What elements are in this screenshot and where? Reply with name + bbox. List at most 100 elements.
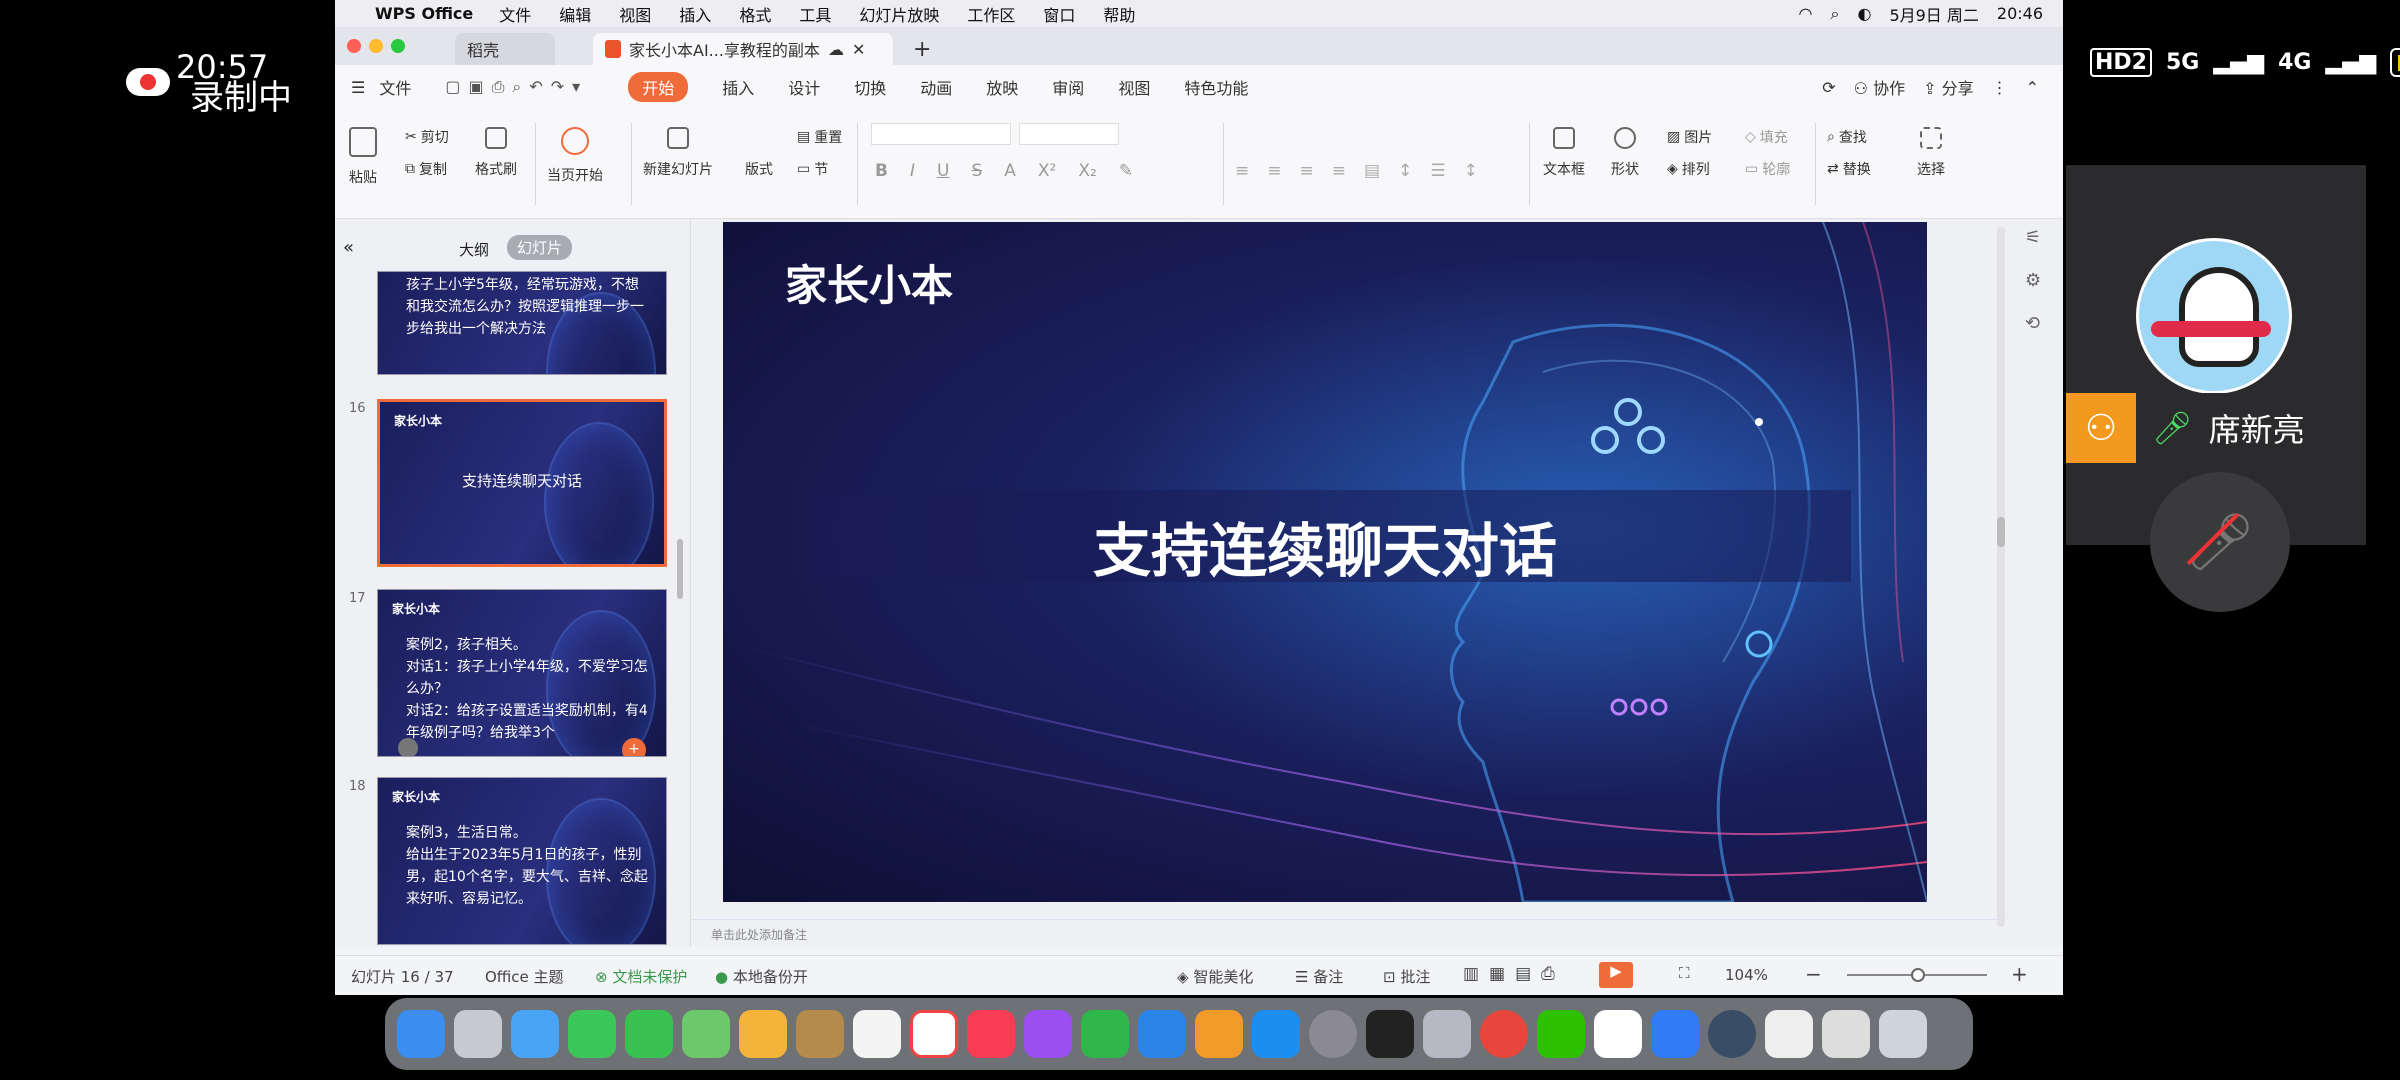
podcasts-icon[interactable] [1024,1010,1072,1058]
tab-animation[interactable]: 动画 [920,75,952,99]
properties-icon[interactable]: ⚟ [2025,227,2041,248]
menubar-item[interactable]: 插入 [679,2,711,26]
outline-button[interactable]: ▭ 轮廓 [1745,159,1790,179]
reset-button[interactable]: ▤ 重置 [797,127,842,147]
numbers-icon[interactable] [1081,1010,1129,1058]
select-button[interactable]: 选择 [1917,127,1945,179]
wifi-icon[interactable]: ◠ [1799,4,1813,23]
wps-doc-icon[interactable] [1594,1010,1642,1058]
collab-button[interactable]: ⚇ 协作 [1854,75,1905,99]
launchpad-icon[interactable] [454,1010,502,1058]
wps-icon[interactable] [910,1010,958,1058]
preview-icon[interactable] [1822,1010,1870,1058]
trash-icon[interactable] [1879,1010,1927,1058]
search-icon[interactable]: ⌕ [1831,4,1840,24]
section-button[interactable]: ▭ 节 [797,159,828,179]
reminders-icon[interactable] [853,1010,901,1058]
comment-button[interactable]: ⊡ 批注 [1383,966,1430,987]
font-format-tools[interactable]: B I U S A X² X₂ ✎ [875,161,1133,181]
rocket-icon[interactable] [1423,1010,1471,1058]
menubar-item[interactable]: 幻灯片放映 [859,2,939,26]
collapse-ribbon-icon[interactable]: ⌃ [2026,78,2039,97]
tab-transition[interactable]: 切换 [854,75,886,99]
chrome-icon[interactable] [1480,1010,1528,1058]
photos-icon[interactable] [739,1010,787,1058]
wechat-icon[interactable] [1537,1010,1585,1058]
font-family-select[interactable] [871,123,1011,145]
menubar-item[interactable]: 窗口 [1043,2,1075,26]
facetime-icon[interactable] [568,1010,616,1058]
menubar-item[interactable]: 工具 [799,2,831,26]
tab-home[interactable]: 开始 [628,72,689,102]
menubar-item[interactable]: 工作区 [967,2,1015,26]
tab-insert[interactable]: 插入 [722,75,754,99]
tab-document[interactable]: 家长小本AI...享教程的副本 ☁ ✕ [593,33,893,65]
tencent-meeting-icon[interactable] [1651,1010,1699,1058]
share-button[interactable]: ⇪ 分享 [1923,75,1974,99]
play-thumbnail-icon[interactable] [398,738,418,756]
current-slide[interactable]: 家长小本 支持连续聊天对话 [723,222,1927,902]
layout-button[interactable]: 版式 [745,159,773,179]
notes-area[interactable]: 单击此处添加备注 [691,919,2003,947]
menubar-item[interactable]: 编辑 [559,2,591,26]
notes-app-icon[interactable] [796,1010,844,1058]
zoom-level[interactable]: 104% [1725,966,1768,984]
tab-design[interactable]: 设计 [788,75,820,99]
slide-thumbnail[interactable]: 家长小本 案例2，孩子相关。 对话1：孩子上小学4年级，不爱学习怎么办？ 对话2… [377,589,667,757]
minimize-window-icon[interactable] [369,39,383,53]
beautify-button[interactable]: ◈ 智能美化 [1177,966,1253,987]
zoom-out-icon[interactable]: − [1805,962,1822,986]
view-mode-icons[interactable]: ▥▦▤⎙ [1463,964,1565,984]
add-slide-icon[interactable]: + [622,738,646,756]
mail-icon[interactable] [511,1010,559,1058]
sync-icon[interactable]: ⟳ [1822,78,1835,97]
file-menu[interactable]: 文件 [379,75,411,99]
panel-scrollbar[interactable] [677,539,683,599]
menubar-item[interactable]: 格式 [739,2,771,26]
menubar-item[interactable]: 帮助 [1103,2,1135,26]
slide-thumbnail[interactable]: 家长小本 案例3，生活日常。 给出生于2023年5月1日的孩子，性别男，起10个… [377,777,667,945]
arrange-button[interactable]: ◈ 排列 [1667,159,1710,179]
participant-avatar[interactable] [2136,238,2292,394]
slide-logo[interactable]: 家长小本 [785,252,953,313]
cut-button[interactable]: ✂ 剪切 [405,127,449,147]
backup-status[interactable]: ● 本地备份开 [715,966,808,987]
menu-icon[interactable]: ☰ [351,78,365,97]
pages-icon[interactable] [1195,1010,1243,1058]
tab-docer[interactable]: 稻壳 [455,33,555,65]
style-icon[interactable]: ⚙ [2025,270,2041,291]
close-window-icon[interactable] [347,39,361,53]
tab-slideshow[interactable]: 放映 [986,75,1018,99]
messages-icon[interactable] [625,1010,673,1058]
more-icon[interactable]: ⋮ [1992,78,2008,97]
history-icon[interactable]: ⟲ [2025,313,2041,334]
keynote-icon[interactable] [1138,1010,1186,1058]
tab-review[interactable]: 审阅 [1052,75,1084,99]
find-button[interactable]: ⌕ 查找 [1827,127,1867,147]
slides-tab[interactable]: 幻灯片 [507,235,573,260]
menubar-item[interactable]: 文件 [499,2,531,26]
replace-button[interactable]: ⇄ 替换 [1827,159,1871,179]
mute-button[interactable]: 🎤︎ [2150,472,2290,612]
slide-title[interactable]: 支持连续聊天对话 [723,504,1927,588]
font-size-select[interactable] [1019,123,1119,145]
appstore-icon[interactable] [1252,1010,1300,1058]
slide-thumbnail[interactable]: 孩子上小学5年级，经常玩游戏，不想和我交流怎么办？按照逻辑推理一步一步给我出一个… [377,271,667,375]
copy-button[interactable]: ⧉ 复制 [405,159,447,179]
collapse-panel-icon[interactable]: « [343,237,354,258]
maps-icon[interactable] [682,1010,730,1058]
slide-thumbnail-active[interactable]: 家长小本 支持连续聊天对话 [377,399,667,567]
zoom-slider[interactable] [1847,968,1987,982]
menubar-item[interactable]: 视图 [619,2,651,26]
tab-view[interactable]: 视图 [1118,75,1150,99]
finder-icon[interactable] [397,1010,445,1058]
fit-window-icon[interactable]: ⛶ [1679,964,1690,982]
editor-scrollbar[interactable] [1997,227,2005,927]
new-slide-button[interactable]: 新建幻灯片 [643,127,713,179]
menubar-app-name[interactable]: WPS Office [375,4,473,23]
zoom-window-icon[interactable] [391,39,405,53]
fill-button[interactable]: ◇ 填充 [1745,127,1788,147]
music-icon[interactable] [967,1010,1015,1058]
zoom-in-icon[interactable]: + [2011,962,2028,986]
close-tab-icon[interactable]: ✕ [852,40,865,59]
